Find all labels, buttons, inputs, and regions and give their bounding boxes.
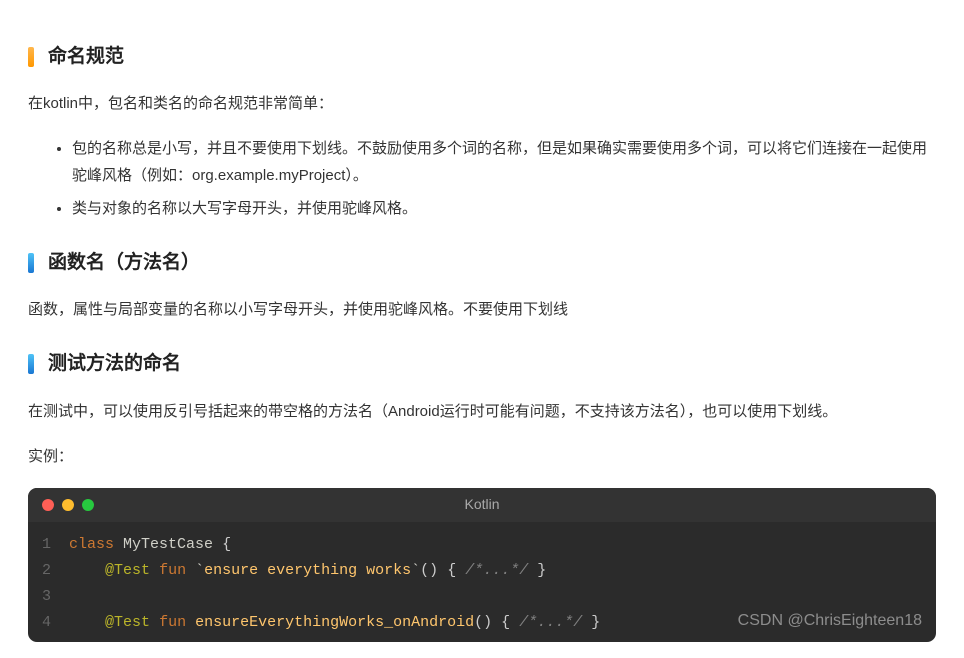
code-line: class MyTestCase { [69, 532, 936, 558]
maximize-icon [82, 499, 94, 511]
line-number: 2 [42, 558, 51, 584]
list-item: 类与对象的名称以大写字母开头，并使用驼峰风格。 [72, 195, 936, 222]
list-item: 包的名称总是小写，并且不要使用下划线。不鼓励使用多个词的名称，但是如果确实需要使… [72, 135, 936, 189]
line-number-gutter: 1 2 3 4 [28, 532, 69, 636]
code-line [69, 584, 936, 610]
minimize-icon [62, 499, 74, 511]
heading-bar-icon [28, 354, 34, 374]
functions-body: 函数，属性与局部变量的名称以小写字母开头，并使用驼峰风格。不要使用下划线 [28, 296, 936, 323]
tests-example-label: 实例： [28, 443, 936, 470]
heading-bar-icon [28, 253, 34, 273]
heading-naming-title: 命名规范 [48, 40, 124, 74]
heading-tests: 测试方法的命名 [28, 347, 936, 381]
line-number: 1 [42, 532, 51, 558]
heading-functions: 函数名（方法名） [28, 246, 936, 280]
code-block: Kotlin 1 2 3 4 class MyTestCase { @Test … [28, 488, 936, 642]
heading-functions-title: 函数名（方法名） [48, 246, 200, 280]
line-number: 3 [42, 584, 51, 610]
code-line: @Test fun `ensure everything works`() { … [69, 558, 936, 584]
window-controls [42, 499, 94, 511]
heading-naming: 命名规范 [28, 40, 936, 74]
naming-intro: 在kotlin中，包名和类名的命名规范非常简单： [28, 90, 936, 117]
naming-bullets: 包的名称总是小写，并且不要使用下划线。不鼓励使用多个词的名称，但是如果确实需要使… [28, 135, 936, 222]
line-number: 4 [42, 610, 51, 636]
heading-bar-icon [28, 47, 34, 67]
tests-body: 在测试中，可以使用反引号括起来的带空格的方法名（Android运行时可能有问题，… [28, 398, 936, 425]
heading-tests-title: 测试方法的命名 [48, 347, 181, 381]
code-titlebar: Kotlin [28, 488, 936, 522]
code-language-label: Kotlin [464, 492, 499, 517]
watermark: CSDN @ChrisEighteen18 [738, 607, 922, 636]
close-icon [42, 499, 54, 511]
